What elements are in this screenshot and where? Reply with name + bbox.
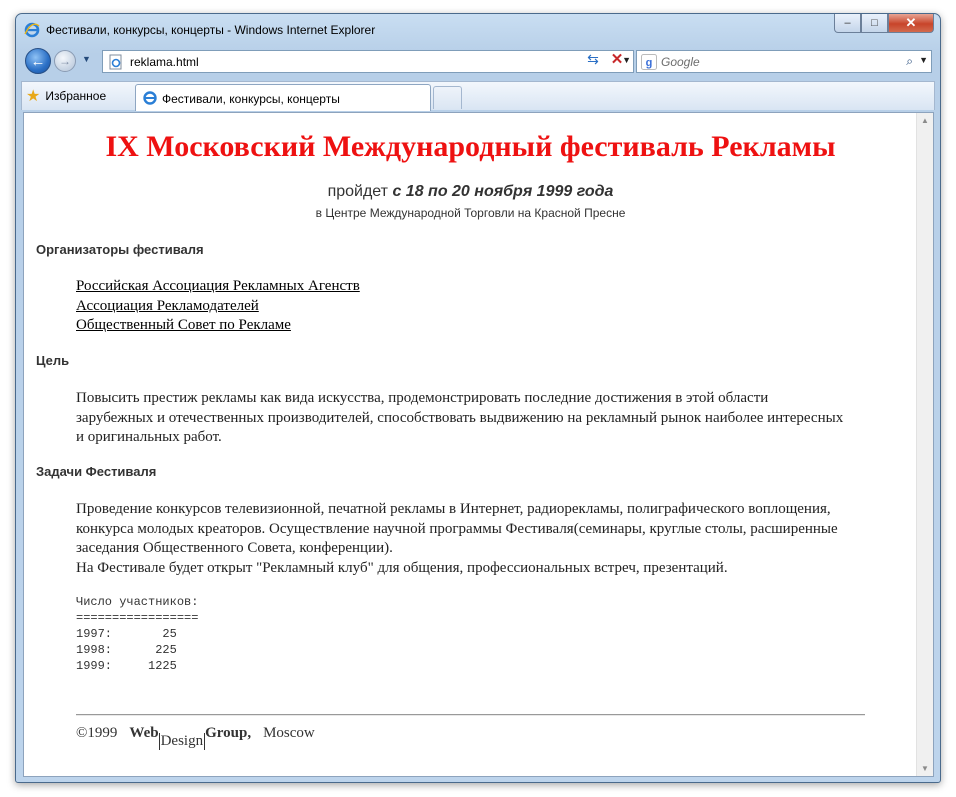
back-button[interactable]: ← bbox=[25, 48, 51, 74]
close-button[interactable]: ✕ bbox=[888, 14, 934, 33]
scroll-up-icon[interactable]: ▲ bbox=[921, 116, 929, 125]
footer-copyright: ©1999 bbox=[76, 725, 118, 741]
footer: ©1999 Web Design Group, Moscow bbox=[76, 725, 315, 750]
organizer-link[interactable]: Общественный Совет по Рекламе bbox=[76, 316, 360, 336]
address-text: reklama.html bbox=[130, 55, 199, 69]
favorites-button[interactable]: ★ Избранное bbox=[26, 85, 106, 107]
refresh-button[interactable]: ⇆ bbox=[582, 51, 604, 71]
goal-heading: Цель bbox=[36, 353, 70, 368]
footer-web: Web bbox=[129, 725, 159, 741]
arrow-right-icon: → bbox=[59, 54, 71, 68]
tasks-text: Проведение конкурсов телевизионной, печа… bbox=[76, 500, 846, 578]
tasks-heading: Задачи Фестиваля bbox=[36, 464, 157, 479]
festival-venue: в Центре Международной Торговли на Красн… bbox=[315, 206, 626, 220]
star-icon: ★ bbox=[26, 88, 41, 105]
dates-prefix: пройдет bbox=[327, 183, 388, 200]
maximize-button[interactable]: □ bbox=[861, 14, 888, 33]
footer-divider bbox=[76, 714, 865, 716]
new-tab-button[interactable] bbox=[433, 86, 462, 109]
page-viewport: IX Московский Международный фестиваль Ре… bbox=[23, 112, 934, 777]
page-title: IX Московский Международный фестиваль Ре… bbox=[105, 130, 836, 163]
browser-window: Фестивали, конкурсы, концерты - Windows … bbox=[15, 13, 941, 783]
scroll-down-icon[interactable]: ▼ bbox=[921, 764, 929, 773]
organizers-heading: Организаторы фестиваля bbox=[36, 242, 204, 257]
svg-text:g: g bbox=[646, 57, 653, 69]
google-icon: g bbox=[641, 54, 657, 70]
organizers-list: Российская Ассоциация Рекламных Агенств … bbox=[76, 277, 360, 336]
search-icon[interactable]: ⌕ bbox=[906, 54, 913, 69]
forward-button[interactable]: → bbox=[54, 50, 76, 72]
organizer-link[interactable]: Российская Ассоциация Рекламных Агенств bbox=[76, 277, 360, 297]
arrow-left-icon: ← bbox=[30, 52, 46, 70]
navigation-bar: ← → ▼ reklama.html ▼ ⇆ ✕ g Google ⌕ ▼ bbox=[16, 46, 940, 76]
title-bar: Фестивали, конкурсы, концерты - Windows … bbox=[16, 14, 940, 44]
recent-pages-dropdown[interactable]: ▼ bbox=[82, 54, 91, 64]
page-content: IX Московский Международный фестиваль Ре… bbox=[24, 113, 917, 776]
tab-bar: ★ Избранное Фестивали, конкурсы, концерт… bbox=[21, 81, 935, 111]
vertical-scrollbar[interactable]: ▲ ▼ bbox=[916, 113, 933, 776]
search-box[interactable]: g Google ⌕ ▼ bbox=[636, 50, 932, 73]
ie-icon bbox=[24, 22, 40, 38]
address-bar[interactable]: reklama.html ▼ bbox=[102, 50, 634, 73]
tab-active[interactable]: Фестивали, конкурсы, концерты bbox=[135, 84, 431, 111]
minimize-button[interactable]: – bbox=[834, 14, 861, 33]
footer-group: Group, bbox=[205, 725, 252, 741]
goal-text: Повысить престиж рекламы как вида искусс… bbox=[76, 390, 844, 445]
window-title: Фестивали, конкурсы, концерты - Windows … bbox=[46, 23, 376, 37]
stop-button[interactable]: ✕ bbox=[606, 50, 628, 70]
club-paragraph: На Фестивале будет открыт "Рекламный клу… bbox=[76, 559, 728, 576]
page-icon bbox=[109, 54, 122, 70]
footer-city: Moscow bbox=[263, 725, 315, 741]
search-dropdown-icon[interactable]: ▼ bbox=[919, 55, 928, 65]
festival-dates: пройдет с 18 по 20 ноября 1999 года bbox=[24, 183, 917, 201]
window-controls: – □ ✕ bbox=[834, 14, 934, 34]
search-input[interactable]: Google bbox=[661, 55, 700, 69]
ie-page-icon bbox=[143, 91, 157, 105]
favorites-label: Избранное bbox=[45, 89, 107, 103]
organizer-link[interactable]: Ассоциация Рекламодателей bbox=[76, 297, 360, 317]
footer-design: Design bbox=[158, 733, 206, 750]
tasks-paragraph: Проведение конкурсов телевизионной, печа… bbox=[76, 501, 838, 556]
participants-table: Число участников: ================= 1997… bbox=[76, 595, 199, 673]
tab-label: Фестивали, конкурсы, концерты bbox=[162, 92, 340, 106]
dates-text: с 18 по 20 ноября 1999 года bbox=[392, 183, 614, 200]
